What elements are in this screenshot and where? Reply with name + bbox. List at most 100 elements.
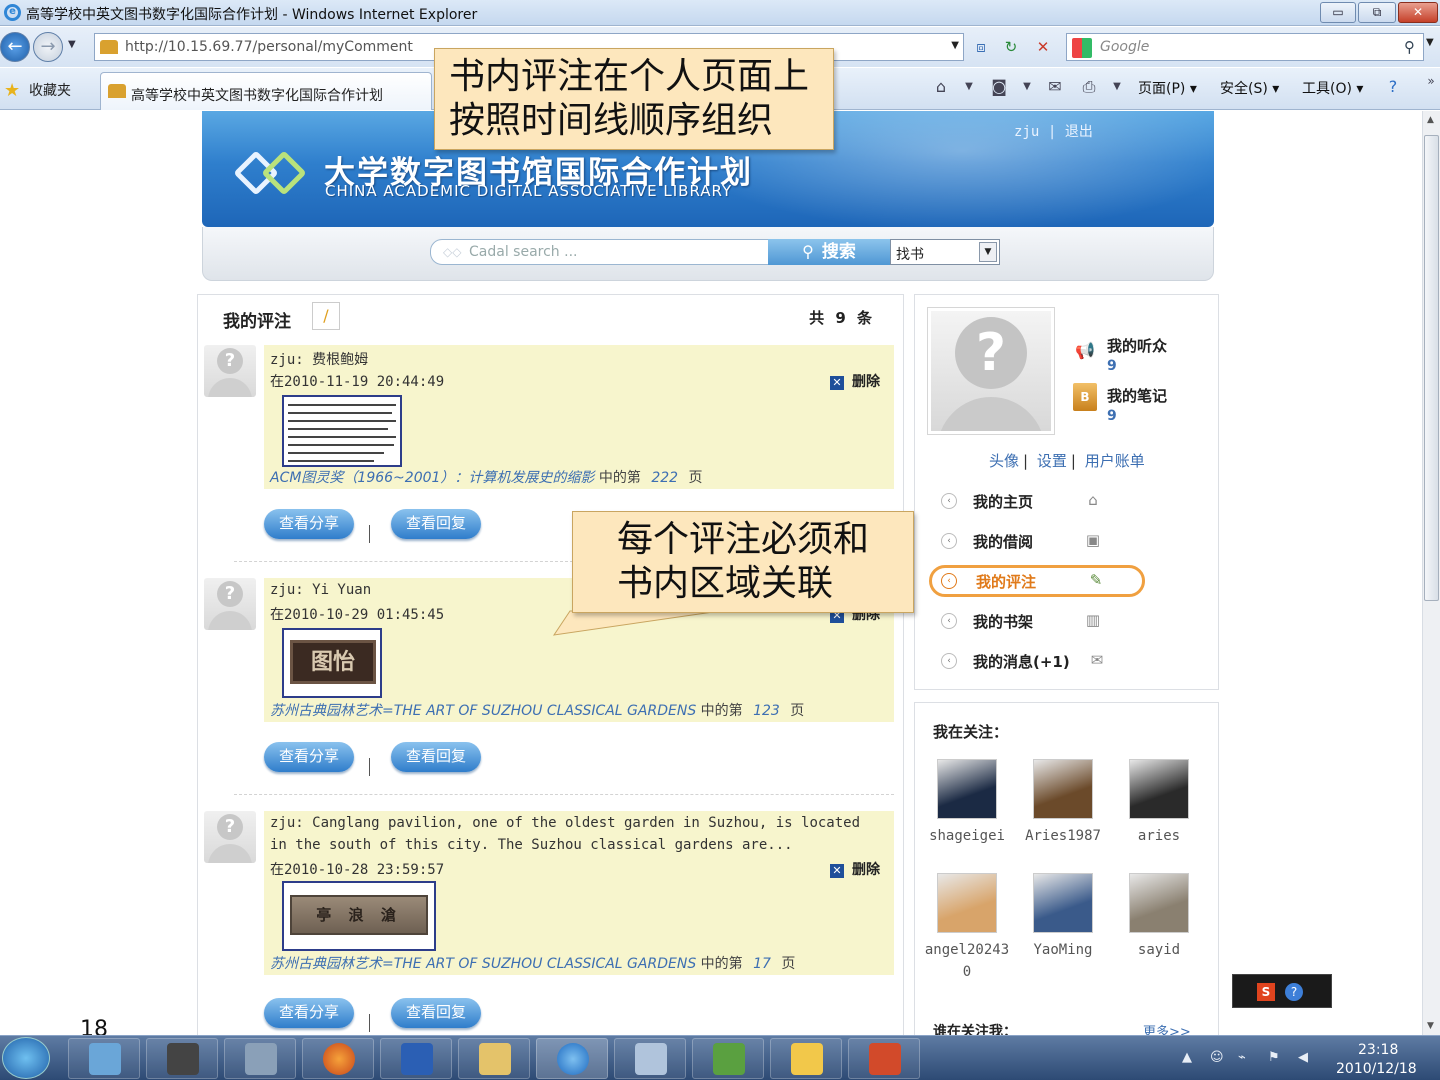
view-reply-button[interactable]: 查看回复 <box>391 509 481 539</box>
volume-icon[interactable]: ◀ <box>1298 1050 1308 1065</box>
menu-my-comments[interactable]: ‹ 我的评注 ✎ <box>929 565 1145 597</box>
taskbar-app-presentation[interactable] <box>848 1038 920 1079</box>
cadal-logo-icon[interactable] <box>233 150 310 196</box>
chevron-more-icon[interactable]: » <box>1420 70 1440 92</box>
favorites-star-icon[interactable]: ★ <box>4 80 20 101</box>
sogou-ime-icon[interactable]: S <box>1257 983 1275 1001</box>
flag-icon[interactable]: ⚑ <box>1268 1050 1280 1065</box>
page-menu[interactable]: 页面(P) ▾ <box>1138 78 1197 98</box>
user-icon[interactable]: ☺ <box>1210 1050 1224 1065</box>
compatibility-view-icon[interactable]: ⧈ <box>970 36 992 58</box>
edit-icon[interactable]: / <box>312 302 340 330</box>
delete-button[interactable]: ✕ 删除 <box>830 859 880 879</box>
tools-menu[interactable]: 工具(O) ▾ <box>1302 78 1363 98</box>
home-icon[interactable]: ⌂ <box>930 76 952 98</box>
address-url[interactable]: http://10.15.69.77/personal/myComment <box>125 39 413 55</box>
vertical-scrollbar[interactable]: ▲ ▼ <box>1422 111 1440 1035</box>
favorites-button[interactable]: 收藏夹 <box>29 80 71 100</box>
view-share-button[interactable]: 查看分享 <box>264 998 354 1028</box>
browser-tab-active[interactable]: 高等学校中英文图书数字化国际合作计划 <box>100 72 432 110</box>
menu-my-home[interactable]: ‹ 我的主页 ⌂ <box>929 485 1145 517</box>
user-name[interactable]: angel202430 <box>921 939 1013 983</box>
browser-search-input[interactable]: Google ⚲ <box>1066 33 1424 61</box>
stop-icon[interactable]: ✕ <box>1032 36 1054 58</box>
help-icon[interactable]: ? <box>1285 983 1303 1001</box>
menu-my-bookshelf[interactable]: ‹ 我的书架 ▥ <box>929 605 1145 637</box>
user-avatar[interactable] <box>1129 759 1189 819</box>
page-region-thumbnail[interactable] <box>282 395 402 467</box>
settings-link[interactable]: 设置 <box>1037 452 1067 470</box>
avatar[interactable]: ? <box>204 345 256 397</box>
logout-link[interactable]: 退出 <box>1065 124 1093 140</box>
avatar[interactable]: ? <box>204 578 256 630</box>
username-link[interactable]: zju <box>1014 124 1039 140</box>
help-icon[interactable]: ? <box>1382 76 1404 98</box>
user-avatar[interactable] <box>1129 873 1189 933</box>
profile-avatar[interactable]: ? <box>927 307 1055 435</box>
scroll-up-icon[interactable]: ▲ <box>1427 115 1434 125</box>
notes-count[interactable]: 9 <box>1107 408 1117 424</box>
clock-time[interactable]: 23:18 <box>1358 1042 1398 1058</box>
delete-button[interactable]: ✕ 删除 <box>830 371 880 391</box>
forward-button[interactable]: → <box>33 32 63 62</box>
page-number[interactable]: 17 <box>753 956 771 972</box>
chevron-down-icon[interactable]: ▼ <box>979 242 997 262</box>
close-button[interactable]: ✕ <box>1398 2 1438 23</box>
notes-link[interactable]: 我的笔记 <box>1107 385 1167 406</box>
search-options-icon[interactable]: ▼ <box>1426 37 1434 48</box>
print-dropdown-icon[interactable]: ▼ <box>1106 76 1128 98</box>
feeds-icon[interactable]: ◙ <box>988 76 1010 98</box>
view-reply-button[interactable]: 查看回复 <box>391 742 481 772</box>
book-title-link[interactable]: 苏州古典园林艺术=THE ART OF SUZHOU CLASSICAL GAR… <box>270 956 696 972</box>
user-name[interactable]: aries <box>1113 825 1205 847</box>
ime-toolbar[interactable]: S ? <box>1232 974 1332 1008</box>
show-hidden-icons-icon[interactable]: ▲ <box>1182 1050 1192 1065</box>
taskbar-app-control-panel[interactable] <box>68 1038 140 1079</box>
menu-my-borrowing[interactable]: ‹ 我的借阅 ▣ <box>929 525 1145 557</box>
search-icon[interactable]: ⚲ <box>1404 38 1415 56</box>
user-avatar[interactable] <box>937 873 997 933</box>
mail-icon[interactable]: ✉ <box>1044 76 1066 98</box>
search-type-select[interactable]: 找书 ▼ <box>890 239 1000 265</box>
scroll-down-icon[interactable]: ▼ <box>1427 1021 1434 1031</box>
user-avatar[interactable] <box>937 759 997 819</box>
taskbar-app-ie[interactable] <box>536 1038 608 1079</box>
user-avatar[interactable] <box>1033 873 1093 933</box>
cadal-search-input[interactable]: ◇◇ Cadal search ... <box>430 239 770 265</box>
avatar-link[interactable]: 头像 <box>989 452 1019 470</box>
start-button[interactable] <box>2 1037 50 1079</box>
book-title-link[interactable]: 苏州古典园林艺术=THE ART OF SUZHOU CLASSICAL GAR… <box>270 703 696 719</box>
user-avatar[interactable] <box>1033 759 1093 819</box>
view-reply-button[interactable]: 查看回复 <box>391 998 481 1028</box>
site-search-button[interactable]: ⚲ 搜索 <box>768 239 890 265</box>
more-followers-link[interactable]: 更多>> <box>1143 1021 1191 1035</box>
home-dropdown-icon[interactable]: ▼ <box>958 76 980 98</box>
avatar[interactable]: ? <box>204 811 256 863</box>
history-dropdown-icon[interactable]: ▼ <box>68 39 76 50</box>
listeners-count[interactable]: 9 <box>1107 358 1117 374</box>
power-icon[interactable]: ⌁ <box>1238 1050 1246 1065</box>
minimize-button[interactable]: ▭ <box>1320 2 1356 23</box>
feeds-dropdown-icon[interactable]: ▼ <box>1016 76 1038 98</box>
view-share-button[interactable]: 查看分享 <box>264 742 354 772</box>
back-button[interactable]: ← <box>0 32 30 62</box>
maximize-button[interactable]: ⧉ <box>1358 2 1396 23</box>
page-region-thumbnail[interactable]: 图怡 <box>282 628 382 698</box>
scrollbar-thumb[interactable] <box>1424 135 1439 601</box>
safety-menu[interactable]: 安全(S) ▾ <box>1220 78 1279 98</box>
book-title-link[interactable]: ACM图灵奖（1966~2001）：计算机发展史的缩影 <box>270 470 594 486</box>
clock-date[interactable]: 2010/12/18 <box>1336 1061 1417 1077</box>
account-bill-link[interactable]: 用户账单 <box>1085 452 1145 470</box>
taskbar-app-mail[interactable] <box>770 1038 842 1079</box>
taskbar-app-search[interactable] <box>614 1038 686 1079</box>
user-name[interactable]: YaoMing <box>1017 939 1109 961</box>
listeners-link[interactable]: 我的听众 <box>1107 335 1167 356</box>
view-share-button[interactable]: 查看分享 <box>264 509 354 539</box>
taskbar-app-evernote[interactable] <box>692 1038 764 1079</box>
taskbar-app-firefox[interactable] <box>302 1038 374 1079</box>
user-name[interactable]: sayid <box>1113 939 1205 961</box>
page-region-thumbnail[interactable]: 亭 浪 滄 <box>282 881 436 951</box>
taskbar-app-explorer[interactable] <box>458 1038 530 1079</box>
user-name[interactable]: Aries1987 <box>1017 825 1109 847</box>
taskbar-app-network[interactable] <box>224 1038 296 1079</box>
